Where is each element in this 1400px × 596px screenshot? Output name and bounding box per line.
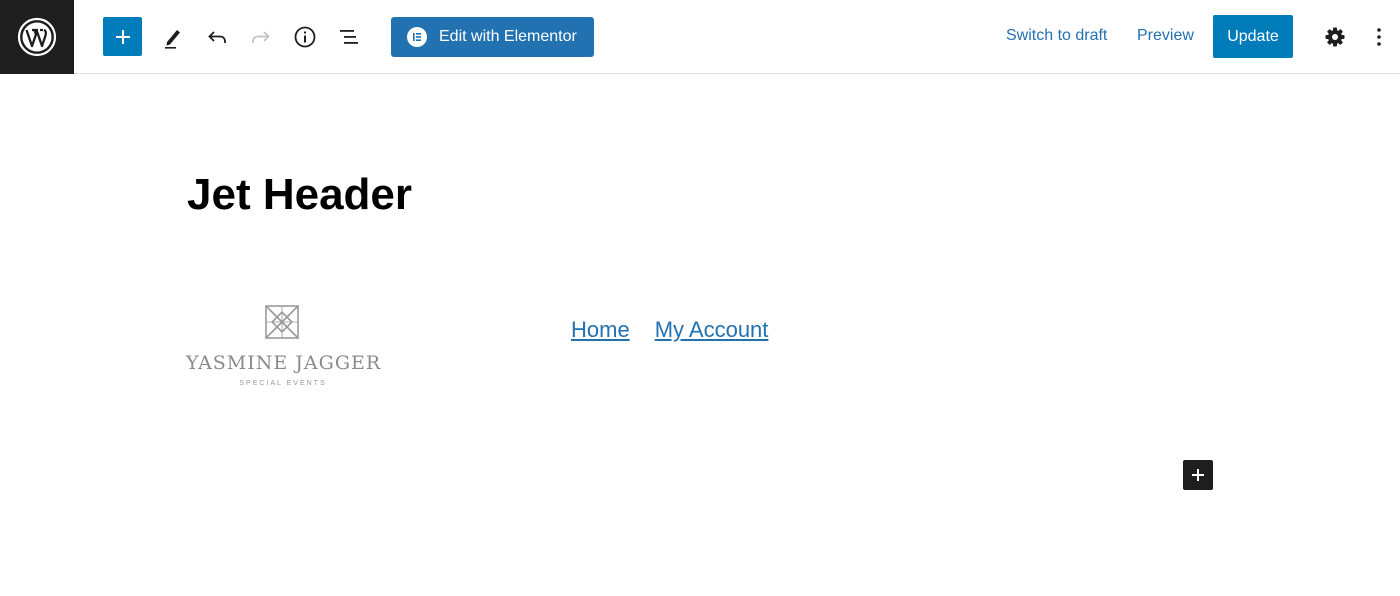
logo-name: YASMINE JAGGER	[186, 352, 382, 374]
site-logo[interactable]: YASMINE JAGGER SPECIAL EVENTS	[186, 304, 380, 394]
logo-tagline: SPECIAL EVENTS	[239, 380, 327, 387]
tools-button[interactable]	[153, 17, 193, 57]
switch-to-draft-button[interactable]: Switch to draft	[1006, 27, 1107, 45]
elementor-icon	[407, 27, 427, 47]
edit-with-elementor-button[interactable]: Edit with Elementor	[391, 17, 594, 57]
editor-toolbar: Edit with Elementor Switch to draft Prev…	[0, 0, 1400, 74]
undo-icon	[208, 31, 226, 43]
pencil-icon	[165, 30, 180, 49]
list-view-icon	[340, 30, 358, 44]
preview-button[interactable]: Preview	[1137, 27, 1194, 45]
wordpress-logo-icon[interactable]	[0, 0, 74, 74]
options-menu-button[interactable]	[1359, 17, 1399, 57]
block-inserter-button[interactable]	[103, 17, 142, 56]
update-button[interactable]: Update	[1213, 15, 1293, 58]
redo-button[interactable]	[241, 17, 281, 57]
logo-monogram-icon	[265, 305, 299, 339]
gear-icon	[1325, 27, 1345, 47]
list-view-button[interactable]	[329, 17, 369, 57]
nav-link-home[interactable]: Home	[571, 317, 630, 343]
undo-button[interactable]	[197, 17, 237, 57]
page-title[interactable]: Jet Header	[187, 170, 412, 220]
more-vertical-icon	[1377, 28, 1381, 46]
edit-with-elementor-label: Edit with Elementor	[439, 28, 577, 45]
navigation-menu: Home My Account	[571, 317, 768, 343]
info-icon	[294, 26, 316, 48]
plus-icon	[115, 29, 130, 44]
add-block-button[interactable]	[1183, 460, 1213, 490]
settings-button[interactable]	[1315, 17, 1355, 57]
plus-icon	[1192, 469, 1204, 481]
nav-link-my-account[interactable]: My Account	[655, 317, 769, 343]
details-button[interactable]	[285, 17, 325, 57]
redo-icon	[252, 31, 270, 43]
